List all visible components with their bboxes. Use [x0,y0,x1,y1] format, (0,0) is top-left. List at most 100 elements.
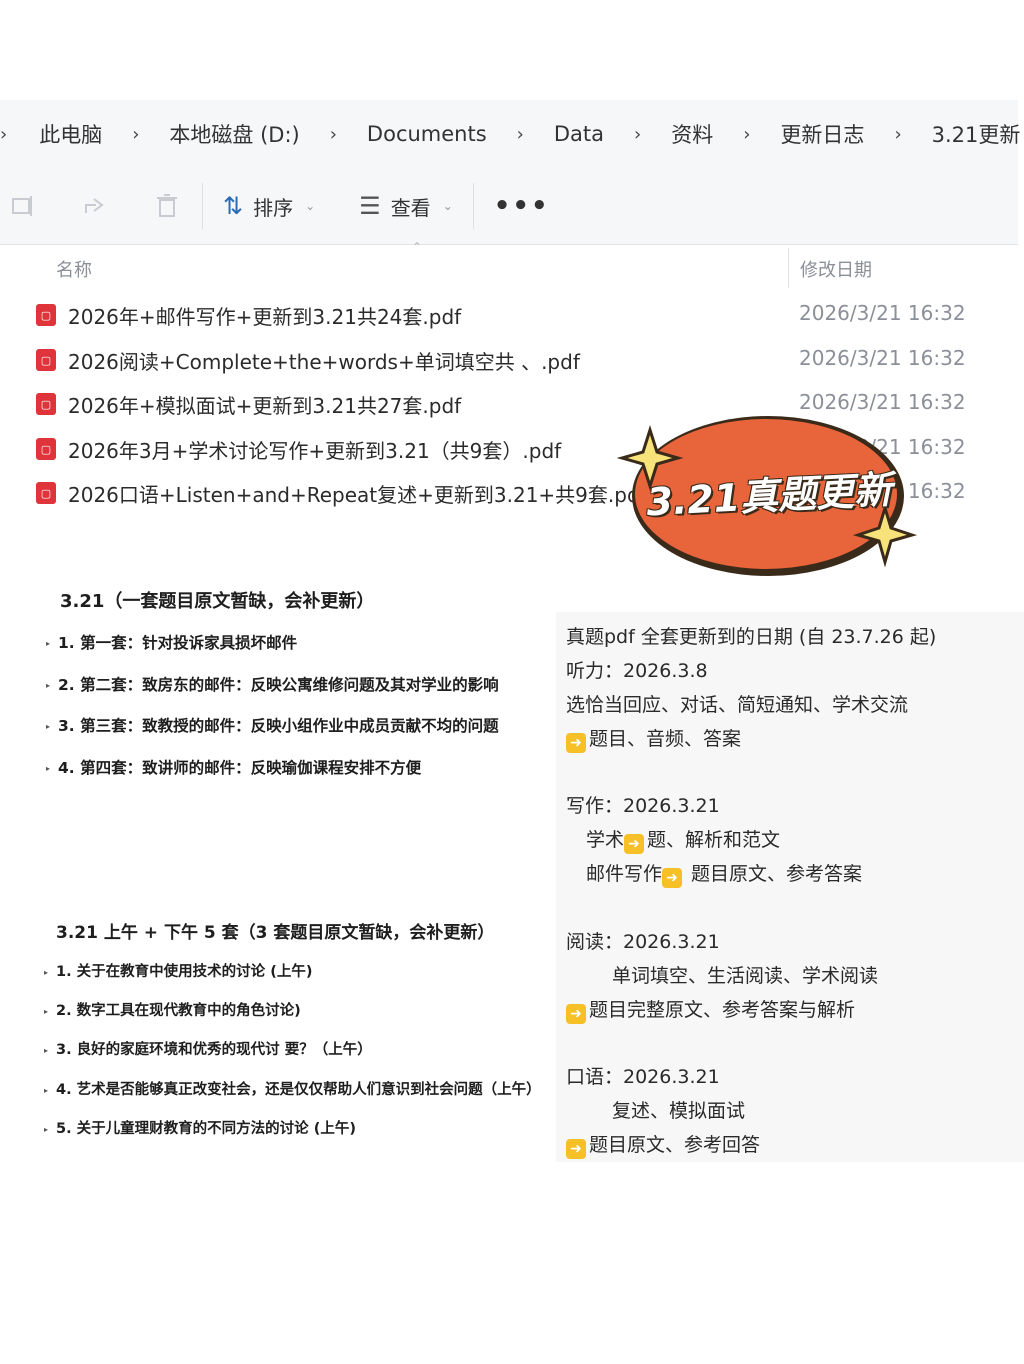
chevron-right-icon[interactable]: › [304,124,363,145]
file-modified-date: 2026/3/21 16:32 [799,301,966,325]
writing-academic-contents: 题、解析和范文 [647,829,781,851]
list-item: ▸ 2. 第二套：致房东的邮件：反映公寓维修问题及其对学业的影响 [46,673,499,695]
toolbar-divider [472,183,474,229]
writing-academic-line: 学术 ➜ 题、解析和范文 [586,825,780,854]
arrow-right-icon: ➜ [662,868,683,888]
bullet-triangle-icon: ▸ [46,764,51,773]
list-item: ▸ 3. 良好的家庭环境和优秀的现代讨 要？（上午） [44,1038,372,1059]
sort-icon: ⇅ [223,192,244,220]
chevron-down-icon: ⌄ [442,199,453,213]
list-item: ▸ 2. 数字工具在现代教育中的角色讨论) [44,999,301,1020]
view-icon: ☰ [359,192,381,220]
speaking-types: 复述、模拟面试 [612,1100,746,1122]
arrow-right-icon: ➜ [566,733,586,753]
more-options-button[interactable]: ••• [494,191,550,221]
chevron-right-icon[interactable]: › [0,124,35,145]
sort-caret-icon: ⌃ [412,240,423,254]
list-item-text: 2. 数字工具在现代教育中的角色讨论) [56,1003,301,1019]
share-icon[interactable] [80,191,110,221]
pdf-file-icon: ▢ [36,304,56,326]
list-item: ▸ 1. 第一套：针对投诉家具损坏邮件 [46,631,297,653]
breadcrumb-documents[interactable]: Documents [363,122,491,146]
reading-date: 阅读：2026.3.21 [566,931,720,953]
writing-email-line: 邮件写作 ➜ 题目原文、参考答案 [586,859,862,888]
pdf-file-icon: ▢ [36,393,56,415]
list-item: ▸ 1. 关于在教育中使用技术的讨论 (上午) [44,960,312,981]
bullet-triangle-icon: ▸ [44,1085,49,1095]
delete-icon[interactable] [152,191,182,221]
breadcrumb-this-pc[interactable]: 此电脑 [35,119,106,149]
speaking-date: 口语：2026.3.21 [566,1066,720,1088]
breadcrumb-data[interactable]: Data [550,122,608,146]
pdf-file-icon: ▢ [36,482,56,504]
file-name: 2026阅读+Complete+the+words+单词填空共 、.pdf [68,350,580,374]
listening-contents: 题目、音频、答案 [589,728,742,750]
pdf-file-icon: ▢ [36,349,56,371]
section-title: 3.21 上午 + 下午 5 套（3 套题目原文暂缺，会补更新） [56,923,495,943]
list-item-text: 1. 关于在教育中使用技术的讨论 (上午) [56,964,313,980]
chevron-right-icon[interactable]: › [717,124,776,145]
list-item-text: 3. 良好的家庭环境和优秀的现代讨 要？（上午） [56,1042,372,1058]
file-modified-date: 2026/3/21 16:32 [799,346,966,370]
bullet-triangle-icon: ▸ [44,1124,49,1134]
bullet-triangle-icon: ▸ [46,722,51,731]
writing-date: 写作：2026.3.21 [566,795,720,817]
view-button[interactable]: ☰ 查看 ⌄ [359,192,453,221]
file-name: 2026年+邮件写作+更新到3.21共24套.pdf [68,305,462,329]
file-row[interactable]: ▢ 2026年+邮件写作+更新到3.21共24套.pdf 2026/3/21 1… [36,295,996,335]
column-header-date[interactable]: 修改日期 [800,256,872,282]
sort-label: 排序 [253,195,294,220]
listening-types: 选恰当回应、对话、简短通知、学术交流 [566,694,909,716]
chevron-down-icon: ⌄ [305,199,316,213]
list-item: ▸ 4. 艺术是否能够真正改变社会，还是仅仅帮助人们意识到社会问题（上午） [44,1078,541,1099]
list-item: ▸ 4. 第四套：致讲师的邮件：反映瑜伽课程安排不方便 [46,756,421,778]
breadcrumb-local-disk[interactable]: 本地磁盘 (D:) [165,119,303,149]
reading-contents: 题目完整原文、参考答案与解析 [589,999,856,1021]
file-row[interactable]: ▢ 2026阅读+Complete+the+words+单词填空共 、.pdf … [36,340,996,380]
reading-contents-line: ➜ 题目完整原文、参考答案与解析 [566,995,855,1024]
writing-email-contents: 题目原文、参考答案 [685,863,863,885]
rename-icon[interactable] [8,191,38,221]
breadcrumb-materials[interactable]: 资料 [667,119,717,149]
writing-academic-label: 学术 [586,829,625,851]
column-divider[interactable] [788,248,789,288]
list-item-text: 3. 第三套：致教授的邮件：反映小组作业中成员贡献不均的问题 [58,717,499,735]
chevron-right-icon[interactable]: › [106,124,165,145]
list-item-text: 2. 第二套：致房东的邮件：反映公寓维修问题及其对学业的影响 [58,676,499,694]
file-name: 2026口语+Listen+and+Repeat复述+更新到3.21+共9套.p… [68,483,647,507]
breadcrumb: › 此电脑 › 本地磁盘 (D:) › Documents › Data › 资… [0,100,1020,169]
update-sticker: 3.21真题更新 [600,410,930,590]
breadcrumb-changelog[interactable]: 更新日志 [776,119,868,149]
bullet-triangle-icon: ▸ [44,967,49,977]
arrow-right-icon: ➜ [566,1139,586,1159]
speaking-contents-line: ➜ 题目原文、参考回答 [566,1130,760,1159]
bullet-triangle-icon: ▸ [46,639,51,648]
speaking-contents: 题目原文、参考回答 [589,1134,761,1156]
toolbar-divider [202,183,203,229]
column-header-name[interactable]: 名称 [56,256,92,282]
pdf-file-icon: ▢ [36,438,56,460]
arrow-right-icon: ➜ [566,1004,586,1024]
listening-date: 听力：2026.3.8 [566,660,708,682]
list-item-text: 1. 第一套：针对投诉家具损坏邮件 [58,634,298,652]
chevron-right-icon[interactable]: › [868,124,927,145]
writing-email-label: 邮件写作 [586,863,663,885]
bullet-triangle-icon: ▸ [44,1045,49,1055]
sort-button[interactable]: ⇅ 排序 ⌄ [223,192,315,221]
bullet-triangle-icon: ▸ [44,1006,49,1016]
section-title: 3.21（一套题目原文暂缺，会补更新） [60,591,375,612]
chevron-right-icon[interactable]: › [491,124,550,145]
chevron-right-icon[interactable]: › [608,124,667,145]
reading-types: 单词填空、生活阅读、学术阅读 [612,965,879,987]
breadcrumb-current-folder[interactable]: 3.21更新 [928,119,1024,149]
file-name: 2026年3月+学术讨论写作+更新到3.21（共9套）.pdf [68,439,562,463]
bullet-triangle-icon: ▸ [46,681,51,690]
column-headers: ⌃ 名称 修改日期 [0,240,1018,288]
list-item-text: 4. 艺术是否能够真正改变社会，还是仅仅帮助人们意识到社会问题（上午） [56,1082,541,1098]
list-item: ▸ 5. 关于儿童理财教育的不同方法的讨论 (上午) [44,1117,356,1138]
file-name: 2026年+模拟面试+更新到3.21共27套.pdf [68,394,462,418]
list-item-text: 4. 第四套：致讲师的邮件：反映瑜伽课程安排不方便 [58,759,422,777]
update-info-panel: 真题pdf 全套更新到的日期 (自 23.7.26 起) 听力：2026.3.8… [556,612,1024,1162]
view-label: 查看 [390,195,431,220]
list-item: ▸ 3. 第三套：致教授的邮件：反映小组作业中成员贡献不均的问题 [46,714,499,736]
